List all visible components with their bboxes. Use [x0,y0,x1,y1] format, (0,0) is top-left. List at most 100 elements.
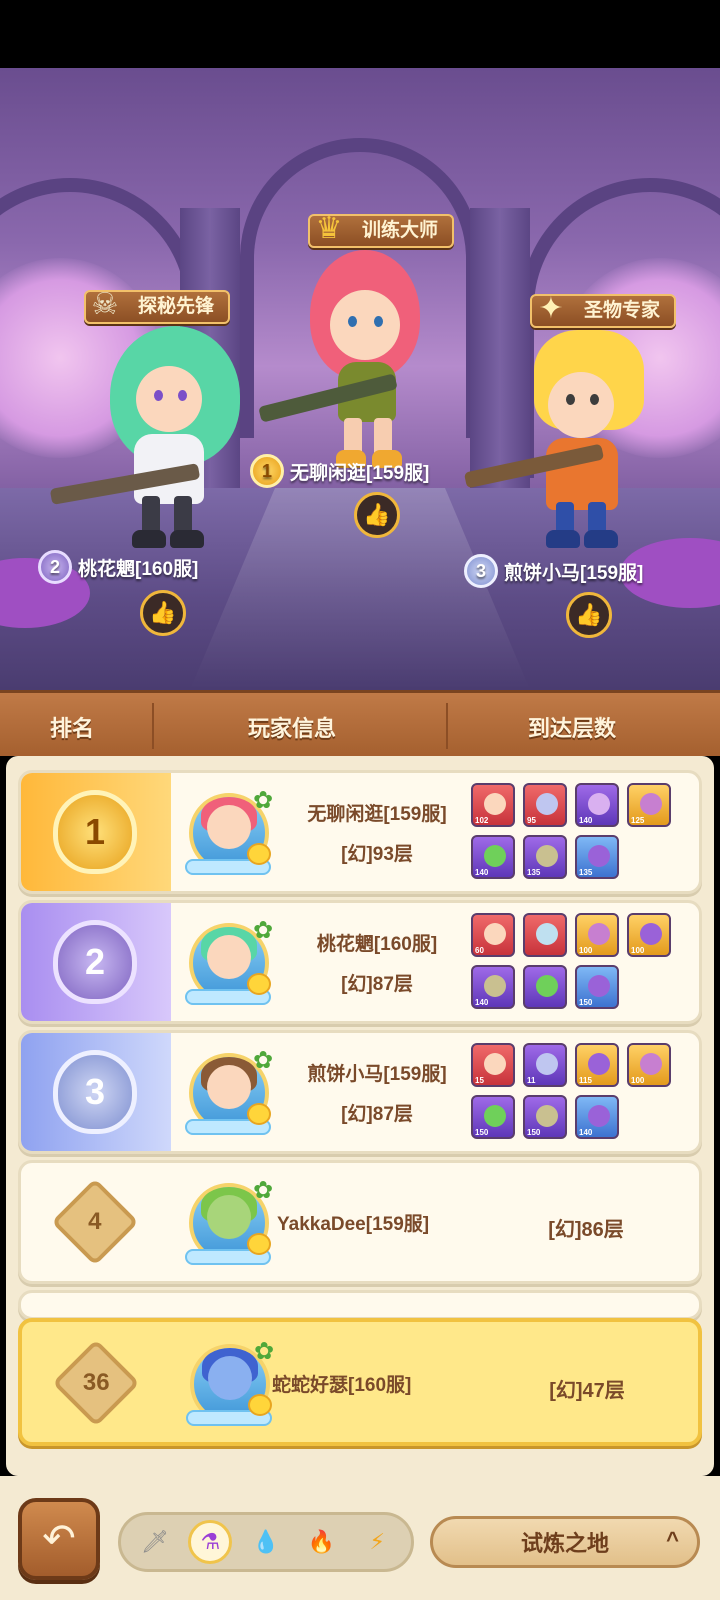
character-card[interactable]: 102 [471,783,515,827]
thumbs-up-icon: 👍 [149,600,177,625]
rank-emblem: 36 [48,1338,144,1428]
character-card[interactable]: 15 [471,1043,515,1087]
podium-scene: ♛ 训练大师 1 无聊闲逛[159服] 👍 ☠ 探秘先锋 2 桃花魍[160服]… [0,68,720,690]
ranking-row-5-partial[interactable] [18,1290,702,1320]
my-player-floor: [幻]47层 [549,1380,625,1402]
like-button-second[interactable]: 👍 [140,590,186,636]
water-drop-icon[interactable]: 💧 [244,1520,288,1564]
potion-icon[interactable]: ⚗ [188,1520,233,1564]
avatar[interactable]: ✿ [181,1045,277,1141]
player-name: YakkaDee[159服] [277,1214,430,1235]
fire-icon[interactable]: 🔥 [300,1520,344,1564]
second-place-title: 探秘先锋 [138,296,215,317]
header-divider [152,703,154,749]
like-button-first[interactable]: 👍 [354,492,400,538]
avatar[interactable]: ✿ [181,915,277,1011]
mode-selector[interactable]: 试炼之地 ^ [430,1516,700,1568]
third-place-hero [463,330,670,560]
header-rank: 排名 [50,716,95,741]
character-card[interactable]: 115 [575,1043,619,1087]
character-card[interactable]: 140 [471,835,515,879]
first-place-name-row: 1 无聊闲逛[159服] [250,454,429,488]
header-floor: 到达层数 [528,716,617,741]
player-floor: [幻]86层 [548,1219,624,1241]
my-ranking-row[interactable]: 36 ✿ 蛇蛇好瑟[160服] [幻]47层 [18,1318,702,1446]
avatar[interactable]: ✿ [182,1336,278,1432]
player-floor: [幻]87层 [341,1104,413,1125]
duck-icon [247,973,271,995]
back-button[interactable]: ↶ [18,1498,100,1580]
player-floor: [幻]87层 [341,974,413,995]
character-card[interactable]: 135 [575,835,619,879]
third-place-title: 圣物专家 [584,300,661,321]
first-place-title: 训练大师 [362,220,439,241]
rank-number: 3 [53,1050,137,1134]
bottom-bar: ↶ 🗡 ⚗ 💧 🔥 ⚡ 试炼之地 ^ [0,1476,720,1600]
ranking-row-2[interactable]: 2 ✿ 桃花魍[160服] [幻]87层 60 100 100 140 150 [18,900,702,1024]
my-player-name: 蛇蛇好瑟[160服] [272,1375,412,1396]
crown-icon: ♛ [315,212,343,245]
character-card[interactable]: 100 [627,913,671,957]
lightning-icon[interactable]: ⚡ [355,1520,399,1564]
character-card[interactable]: 140 [471,965,515,1009]
ranking-row-3[interactable]: 3 ✿ 煎饼小马[159服] [幻]87层 15 11 115 100 150 … [18,1030,702,1154]
palm-icon: ✿ [253,917,274,944]
ranking-table-header: 排名 玩家信息 到达层数 [0,690,720,756]
character-card[interactable]: 125 [627,783,671,827]
character-card[interactable] [523,965,567,1009]
rank-number: 4 [88,1207,102,1235]
character-card[interactable]: 100 [627,1043,671,1087]
rank-emblem: 3 [47,1047,143,1137]
winged-relic-icon: ✦ [538,292,564,325]
character-card[interactable]: 100 [575,913,619,957]
header-player-info: 玩家信息 [248,716,337,741]
second-place-name: 桃花魍[160服] [78,558,199,580]
sword-icon[interactable]: 🗡 [133,1520,177,1564]
character-card[interactable]: 150 [575,965,619,1009]
second-place-name-row: 2 桃花魍[160服] [38,550,198,584]
back-arrow-icon: ↶ [42,1517,76,1561]
palm-icon: ✿ [253,787,274,814]
third-place-name-row: 3 煎饼小马[159服] [464,554,643,588]
character-card[interactable] [523,913,567,957]
player-floor: [幻]93层 [341,844,413,865]
ranking-row-1[interactable]: 1 ✿ 无聊闲逛[159服] [幻]93层 102 95 140 125 140… [18,770,702,894]
third-place-name: 煎饼小马[159服] [504,562,644,584]
character-card[interactable]: 150 [471,1095,515,1139]
avatar[interactable]: ✿ [181,785,277,881]
first-rank-medal: 1 [250,454,284,488]
palm-icon: ✿ [254,1338,275,1365]
mode-label: 试炼之地 [520,1531,609,1556]
rank-number: 1 [53,790,137,874]
lineup: 15 11 115 100 150 150 140 [471,1043,691,1139]
rank-number: 36 [82,1368,110,1396]
character-card[interactable]: 150 [523,1095,567,1139]
thumbs-up-icon: 👍 [363,502,391,527]
skull-icon: ☠ [91,288,119,321]
player-name: 煎饼小马[159服] [307,1064,447,1085]
first-place-title-banner: ♛ 训练大师 [308,214,455,248]
lineup: 60 100 100 140 150 [471,913,691,1009]
second-place-title-banner: ☠ 探秘先锋 [84,290,231,324]
character-card[interactable]: 140 [575,1095,619,1139]
status-bar [0,0,720,68]
character-card[interactable]: 140 [575,783,619,827]
rank-emblem: 4 [47,1177,143,1267]
avatar[interactable]: ✿ [181,1175,277,1271]
lineup: 102 95 140 125 140 135 135 [471,783,691,879]
like-button-third[interactable]: 👍 [566,592,612,638]
character-card[interactable]: 60 [471,913,515,957]
header-divider [446,703,448,749]
thumbs-up-icon: 👍 [575,602,603,627]
player-name: 桃花魍[160服] [316,934,438,955]
ranking-row-4[interactable]: 4 ✿ YakkaDee[159服] [幻]86层 [18,1160,702,1284]
character-card[interactable]: 11 [523,1043,567,1087]
palm-icon: ✿ [253,1177,274,1204]
element-filter-bar: 🗡 ⚗ 💧 🔥 ⚡ [118,1512,414,1572]
third-rank-medal: 3 [464,554,498,588]
second-place-hero [49,326,250,566]
character-card[interactable]: 135 [523,835,567,879]
rank-number: 2 [53,920,137,1004]
third-place-title-banner: ✦ 圣物专家 [530,294,677,328]
character-card[interactable]: 95 [523,783,567,827]
